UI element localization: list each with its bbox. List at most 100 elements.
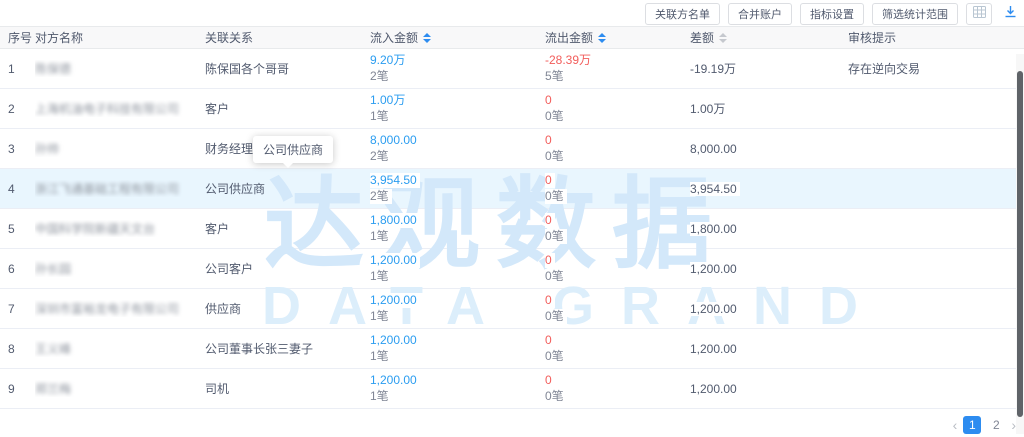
row-index: 5 bbox=[8, 222, 35, 236]
difference-cell: 8,000.00 bbox=[690, 142, 848, 156]
toolbar: 关联方名单合并账户指标设置筛选统计范围 bbox=[645, 2, 1020, 26]
table-row[interactable]: 4浙江飞通基础工程有限公司公司供应商3,954.502笔00笔3,954.50 bbox=[0, 169, 1024, 209]
counterparty-name: 深圳市富裕龙电子有限公司 bbox=[35, 302, 179, 316]
counterparty-name: 浙江飞通基础工程有限公司 bbox=[35, 182, 179, 196]
difference-cell: 1,200.00 bbox=[690, 302, 848, 316]
table-layout-button[interactable] bbox=[966, 3, 992, 25]
inflow-amount: 1,200.00 bbox=[370, 333, 420, 348]
relation-cell: 客户 bbox=[205, 100, 370, 117]
counterparty-name-cell: 王义峰 bbox=[35, 340, 205, 357]
download-icon bbox=[1004, 5, 1017, 23]
sort-icon[interactable] bbox=[423, 33, 431, 43]
outflow-count: 0笔 bbox=[545, 389, 567, 404]
toolbar-button-1[interactable]: 合并账户 bbox=[728, 3, 792, 25]
outflow-amount: 0 bbox=[545, 173, 555, 188]
counterparty-name-cell: 孙长园 bbox=[35, 260, 205, 277]
inflow-cell: 1,200.001笔 bbox=[370, 373, 545, 404]
difference-value: 1.00万 bbox=[690, 102, 728, 116]
inflow-cell: 9.20万2笔 bbox=[370, 53, 545, 84]
row-index: 7 bbox=[8, 302, 35, 316]
inflow-count: 1笔 bbox=[370, 109, 392, 124]
difference-value: 8,000.00 bbox=[690, 142, 740, 156]
inflow-amount: 1,800.00 bbox=[370, 213, 420, 228]
inflow-cell: 1.00万1笔 bbox=[370, 93, 545, 124]
table-row[interactable]: 6孙长园公司客户1,200.001笔00笔1,200.00 bbox=[0, 249, 1024, 289]
toolbar-button-2[interactable]: 指标设置 bbox=[800, 3, 864, 25]
counterparty-name-cell: 上海机油电子科技有限公司 bbox=[35, 100, 205, 117]
inflow-cell: 1,800.001笔 bbox=[370, 213, 545, 244]
outflow-amount: 0 bbox=[545, 133, 555, 148]
inflow-amount: 3,954.50 bbox=[370, 173, 420, 188]
table-row[interactable]: 3孙帅财务经理8,000.002笔00笔8,000.00 bbox=[0, 129, 1024, 169]
inflow-amount: 9.20万 bbox=[370, 53, 408, 68]
outflow-cell: -28.39万5笔 bbox=[545, 53, 690, 84]
counterparty-name: 中国科学院新疆天文台 bbox=[35, 222, 155, 236]
grid-icon bbox=[973, 5, 986, 23]
counterparty-name-cell: 陈保德 bbox=[35, 60, 205, 77]
inflow-count: 2笔 bbox=[370, 149, 392, 164]
table-row[interactable]: 8王义峰公司董事长张三妻子1,200.001笔00笔1,200.00 bbox=[0, 329, 1024, 369]
inflow-count: 1笔 bbox=[370, 269, 392, 284]
inflow-count: 1笔 bbox=[370, 309, 392, 324]
column-header-relation: 关联关系 bbox=[205, 29, 370, 46]
relation-cell: 司机 bbox=[205, 380, 370, 397]
column-label: 流出金额 bbox=[545, 29, 593, 46]
column-header-name: 对方名称 bbox=[35, 29, 205, 46]
page-1[interactable]: 1 bbox=[963, 416, 981, 434]
counterparty-name: 陈保德 bbox=[35, 62, 71, 76]
outflow-amount: 0 bbox=[545, 333, 555, 348]
counterparty-name: 王义峰 bbox=[35, 342, 71, 356]
inflow-cell: 3,954.502笔 bbox=[370, 173, 545, 204]
page-2[interactable]: 2 bbox=[987, 416, 1005, 434]
difference-value: 1,200.00 bbox=[690, 382, 740, 396]
prev-page-icon[interactable]: ‹ bbox=[953, 416, 958, 434]
relation-cell: 公司供应商 bbox=[205, 180, 370, 197]
outflow-count: 0笔 bbox=[545, 309, 567, 324]
table-row[interactable]: 5中国科学院新疆天文台客户1,800.001笔00笔1,800.00 bbox=[0, 209, 1024, 249]
column-label: 差额 bbox=[690, 29, 714, 46]
table-row[interactable]: 1陈保德陈保国各个哥哥9.20万2笔-28.39万5笔-19.19万存在逆向交易 bbox=[0, 49, 1024, 89]
inflow-cell: 8,000.002笔 bbox=[370, 133, 545, 164]
inflow-count: 1笔 bbox=[370, 229, 392, 244]
counterparty-name-cell: 郑兰梅 bbox=[35, 380, 205, 397]
pagination-pages: 12 bbox=[963, 416, 1005, 434]
difference-cell: 1,200.00 bbox=[690, 382, 848, 396]
outflow-count: 0笔 bbox=[545, 229, 567, 244]
inflow-amount: 8,000.00 bbox=[370, 133, 420, 148]
difference-cell: -19.19万 bbox=[690, 60, 848, 77]
column-header-inflow[interactable]: 流入金额 bbox=[370, 29, 545, 46]
sort-icon[interactable] bbox=[598, 33, 606, 43]
sort-icon[interactable] bbox=[719, 33, 727, 43]
scrollbar-thumb[interactable] bbox=[1017, 71, 1023, 417]
toolbar-buttons: 关联方名单合并账户指标设置筛选统计范围 bbox=[645, 3, 958, 25]
column-header-diff[interactable]: 差额 bbox=[690, 29, 848, 46]
difference-cell: 1,800.00 bbox=[690, 222, 848, 236]
outflow-amount: 0 bbox=[545, 213, 555, 228]
outflow-count: 5笔 bbox=[545, 69, 567, 84]
relation-cell: 客户 bbox=[205, 220, 370, 237]
column-label: 审核提示 bbox=[848, 29, 896, 46]
column-label: 关联关系 bbox=[205, 29, 253, 46]
relation-cell: 公司客户 bbox=[205, 260, 370, 277]
outflow-amount: 0 bbox=[545, 93, 555, 108]
difference-value: 3,954.50 bbox=[690, 182, 740, 196]
outflow-amount: 0 bbox=[545, 293, 555, 308]
toolbar-button-0[interactable]: 关联方名单 bbox=[645, 3, 720, 25]
table-row[interactable]: 9郑兰梅司机1,200.001笔00笔1,200.00 bbox=[0, 369, 1024, 409]
inflow-cell: 1,200.001笔 bbox=[370, 253, 545, 284]
counterparty-name: 孙长园 bbox=[35, 262, 71, 276]
difference-cell: 3,954.50 bbox=[690, 182, 848, 196]
next-page-icon[interactable]: › bbox=[1011, 416, 1016, 434]
outflow-count: 0笔 bbox=[545, 189, 567, 204]
column-header-outflow[interactable]: 流出金额 bbox=[545, 29, 690, 46]
outflow-count: 0笔 bbox=[545, 269, 567, 284]
table-row[interactable]: 2上海机油电子科技有限公司客户1.00万1笔00笔1.00万 bbox=[0, 89, 1024, 129]
relation-cell: 供应商 bbox=[205, 300, 370, 317]
outflow-amount: 0 bbox=[545, 373, 555, 388]
table-row[interactable]: 7深圳市富裕龙电子有限公司供应商1,200.001笔00笔1,200.00 bbox=[0, 289, 1024, 329]
column-label: 序号 bbox=[8, 29, 32, 46]
inflow-amount: 1,200.00 bbox=[370, 293, 420, 308]
download-button[interactable] bbox=[1000, 3, 1020, 25]
toolbar-button-3[interactable]: 筛选统计范围 bbox=[872, 3, 958, 25]
row-index: 3 bbox=[8, 142, 35, 156]
